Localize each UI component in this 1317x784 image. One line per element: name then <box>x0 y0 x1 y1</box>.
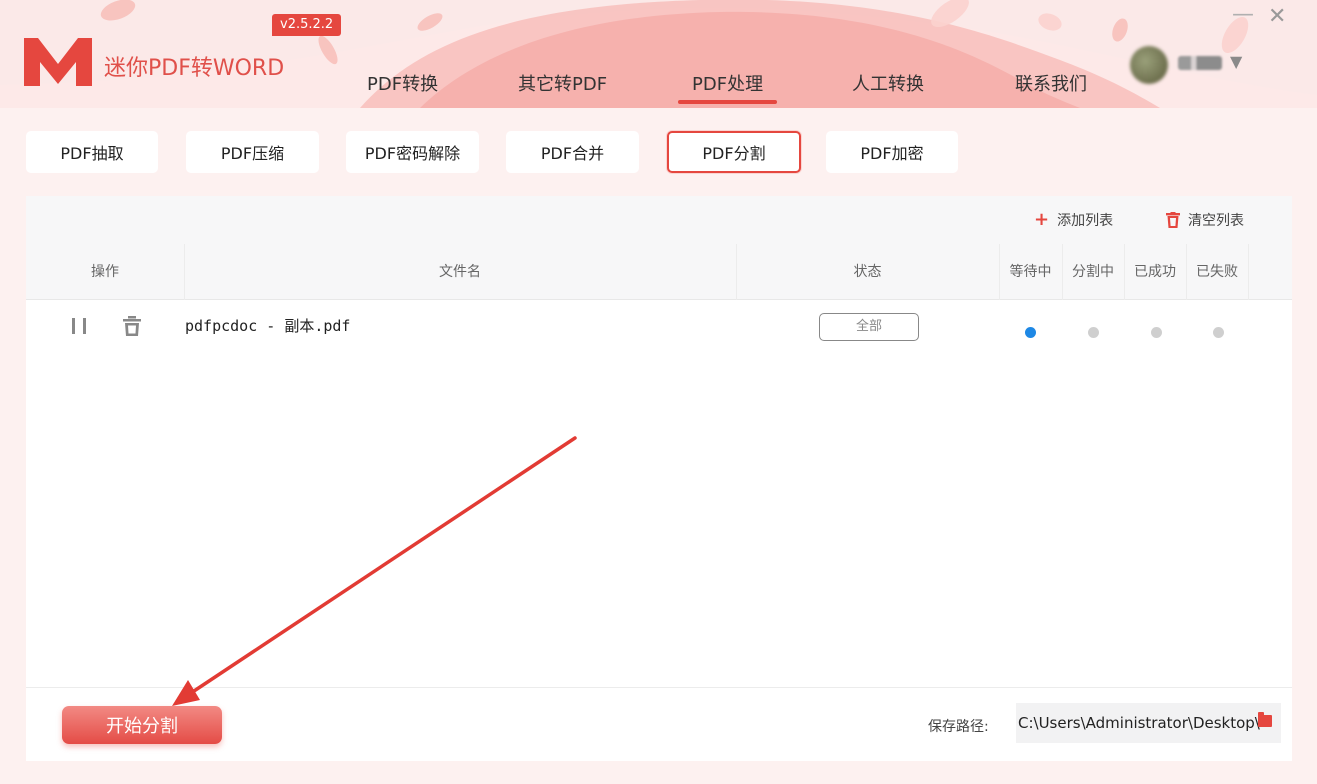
status-select[interactable]: 全部 <box>819 313 919 341</box>
minimize-icon[interactable]: — <box>1232 2 1254 27</box>
tab-pdf-extract[interactable]: PDF抽取 <box>26 131 158 173</box>
tab-pdf-compress[interactable]: PDF压缩 <box>186 131 319 173</box>
tab-pdf-merge[interactable]: PDF合并 <box>506 131 639 173</box>
save-path-label: 保存路径: <box>928 719 989 735</box>
list-toolbar: + 添加列表 清空列表 <box>26 196 1292 244</box>
nav-manual-convert[interactable]: 人工转换 <box>852 70 924 96</box>
status-dot-succeeded <box>1151 327 1162 338</box>
add-list-button[interactable]: + 添加列表 <box>1034 210 1113 230</box>
header: 迷你PDF转WORD v2.5.2.2 PDF转换 其它转PDF PDF处理 人… <box>0 0 1317 108</box>
file-name: pdfpcdoc - 副本.pdf <box>185 317 351 335</box>
col-waiting: 等待中 <box>1009 264 1052 280</box>
nav-pdf-process[interactable]: PDF处理 <box>677 70 778 104</box>
col-divider <box>1248 244 1249 300</box>
pause-icon[interactable] <box>72 318 86 334</box>
tab-pdf-encrypt[interactable]: PDF加密 <box>826 131 958 173</box>
folder-icon[interactable] <box>1258 712 1272 727</box>
status-dot-splitting <box>1088 327 1099 338</box>
nav-other-to-pdf[interactable]: 其它转PDF <box>518 70 607 96</box>
panel-footer: 开始分割 保存路径: C:\Users\Administrator\Deskto… <box>26 687 1292 761</box>
start-split-button[interactable]: 开始分割 <box>62 706 222 744</box>
trash-icon <box>1166 212 1180 228</box>
nav-pdf-convert[interactable]: PDF转换 <box>367 70 438 96</box>
clear-list-label: 清空列表 <box>1188 213 1244 229</box>
close-icon[interactable]: ✕ <box>1268 4 1286 29</box>
col-succeeded: 已成功 <box>1134 264 1176 280</box>
username[interactable] <box>1178 56 1222 70</box>
avatar[interactable] <box>1130 46 1168 84</box>
table-row: pdfpcdoc - 副本.pdf 全部 <box>26 300 1292 350</box>
col-failed: 已失败 <box>1196 264 1238 280</box>
status-dot-waiting <box>1025 327 1036 338</box>
table-header: 操作 文件名 状态 等待中 分割中 已成功 已失败 <box>26 244 1292 300</box>
add-list-label: 添加列表 <box>1057 213 1114 229</box>
nav-contact-us[interactable]: 联系我们 <box>1015 70 1087 96</box>
file-panel: + 添加列表 清空列表 操作 文件名 状态 等待中 分割中 已成功 已失败 pd… <box>26 196 1292 761</box>
app-title: 迷你PDF转WORD <box>104 56 285 81</box>
col-splitting: 分割中 <box>1072 264 1114 280</box>
col-filename: 文件名 <box>439 264 481 280</box>
version-badge: v2.5.2.2 <box>272 14 342 36</box>
status-dot-failed <box>1213 327 1224 338</box>
col-status: 状态 <box>853 264 882 280</box>
plus-icon: + <box>1034 209 1050 230</box>
tab-pdf-split[interactable]: PDF分割 <box>667 131 801 173</box>
save-path-field[interactable]: C:\Users\Administrator\Desktop\ <box>1016 703 1281 743</box>
trash-icon[interactable] <box>122 316 142 336</box>
logo-m-icon <box>24 38 92 86</box>
col-action: 操作 <box>91 264 119 280</box>
tab-pdf-unlock[interactable]: PDF密码解除 <box>346 131 479 173</box>
chevron-down-icon[interactable]: ▼ <box>1230 52 1242 71</box>
clear-list-button[interactable]: 清空列表 <box>1166 210 1244 230</box>
